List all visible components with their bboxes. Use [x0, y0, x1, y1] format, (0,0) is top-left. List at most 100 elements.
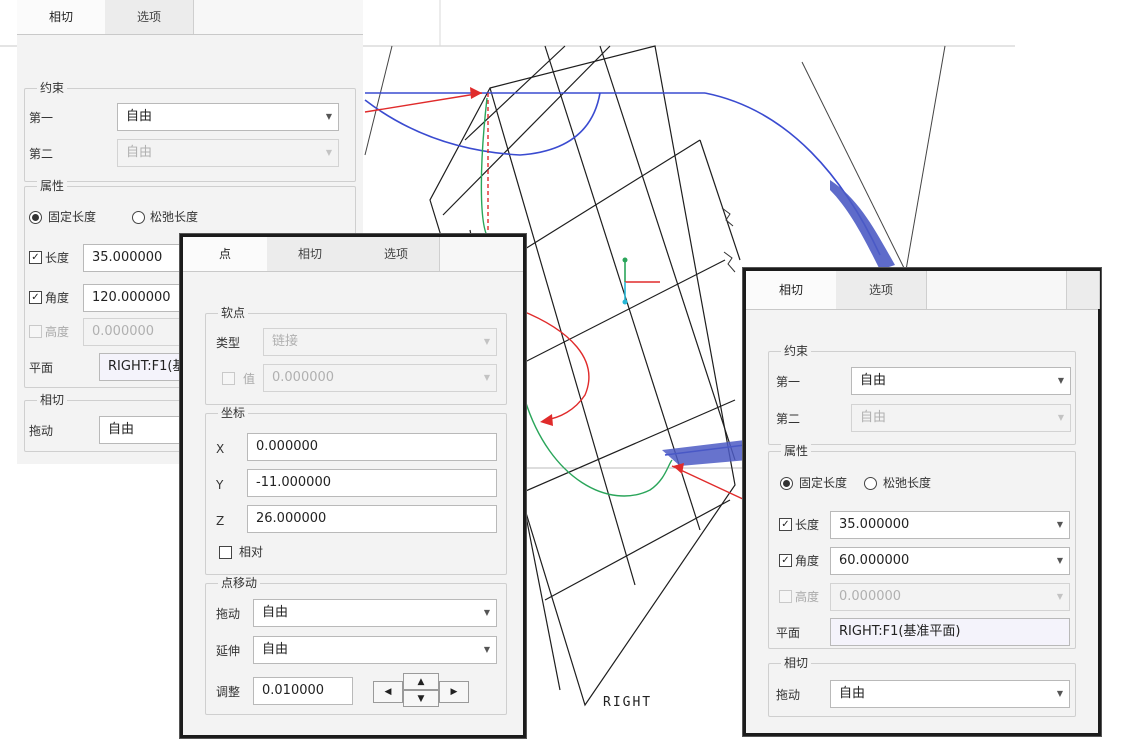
tab-bar: 相切 选项 [746, 271, 1100, 310]
tab-point[interactable]: 点 [183, 237, 268, 271]
combo-value: 35.000000 [839, 517, 910, 532]
z-label: Z [216, 514, 225, 528]
combo-value: 链接 [272, 334, 299, 349]
z-coordinate-input[interactable]: 26.000000 [247, 505, 497, 533]
group-title: 约束 [781, 343, 812, 359]
length-label: 长度 [795, 518, 820, 532]
first-constraint-select[interactable]: 自由 ▼ [851, 367, 1071, 395]
angle-input[interactable]: 60.000000 ▼ [830, 547, 1070, 575]
combo-value: 60.000000 [839, 553, 910, 568]
tab-bar: 相切 选项 [17, 0, 363, 35]
chevron-down-icon: ▼ [1056, 556, 1064, 565]
tangent-arrowhead [540, 414, 553, 426]
chevron-down-icon: ▼ [483, 608, 491, 617]
plane-label: 平面 [776, 626, 801, 640]
tab-tangent[interactable]: 相切 [17, 0, 106, 34]
tab-options[interactable]: 选项 [105, 0, 194, 34]
extend-select[interactable]: 自由 ▼ [253, 636, 497, 664]
group-title: 点移动 [218, 575, 261, 591]
angle-label: 角度 [45, 291, 70, 305]
chevron-down-icon: ▼ [1057, 376, 1065, 385]
first-label: 第一 [29, 111, 54, 125]
point-dialog: 点 相切 选项 软点 类型 链接 ▼ 值 0.000000 ▼ 坐标 X 0.0… [180, 234, 526, 738]
combo-value: 自由 [126, 145, 153, 160]
angle-checkbox[interactable]: ✓ [779, 554, 792, 567]
group-title: 坐标 [218, 405, 249, 421]
curvature-comb-1 [830, 180, 895, 270]
datum-plane-label: RIGHT [603, 695, 652, 710]
drag-label: 拖动 [776, 688, 801, 702]
fixed-length-radio[interactable] [29, 211, 42, 224]
x-coordinate-input[interactable]: 0.000000 [247, 433, 497, 461]
fixed-length-label: 固定长度 [48, 210, 97, 224]
angle-label: 角度 [795, 554, 820, 568]
tab-options[interactable]: 选项 [353, 237, 440, 271]
plane-label: 平面 [29, 361, 54, 375]
second-label: 第二 [29, 147, 54, 161]
nudge-left-button[interactable]: ◀ [373, 681, 403, 703]
slack-length-radio[interactable] [864, 477, 877, 490]
length-input[interactable]: 35.000000 ▼ [830, 511, 1070, 539]
tab-tangent[interactable]: 相切 [746, 271, 837, 309]
combo-value: 自由 [126, 109, 153, 124]
second-constraint-select[interactable]: 自由 ▼ [117, 139, 339, 167]
second-constraint-select[interactable]: 自由 ▼ [851, 404, 1071, 432]
group-title: 软点 [218, 305, 249, 321]
chevron-down-icon: ▼ [325, 148, 333, 157]
value-select[interactable]: 0.000000 ▼ [263, 364, 497, 392]
length-label: 长度 [45, 251, 70, 265]
fixed-length-label: 固定长度 [799, 476, 848, 490]
slack-length-label: 松弛长度 [150, 210, 199, 224]
height-input[interactable]: 0.000000 ▼ [830, 583, 1070, 611]
height-label: 高度 [45, 325, 70, 339]
drag-select[interactable]: 自由 ▼ [253, 599, 497, 627]
nudge-up-button[interactable]: ▲ [403, 673, 439, 690]
group-title: 相切 [781, 655, 812, 671]
chevron-down-icon: ▼ [325, 112, 333, 121]
length-checkbox[interactable]: ✓ [29, 251, 42, 264]
tab-tangent[interactable]: 相切 [267, 237, 354, 271]
group-title: 属性 [781, 443, 812, 459]
combo-value: 自由 [860, 373, 887, 388]
nudge-right-button[interactable]: ▶ [439, 681, 469, 703]
tab-empty [1066, 271, 1100, 309]
x-label: X [216, 442, 225, 456]
chevron-down-icon: ▼ [1056, 689, 1064, 698]
group-title: 属性 [37, 178, 68, 194]
drag-select[interactable]: 自由 ▼ [830, 680, 1070, 708]
tangent-arrowhead [470, 87, 482, 99]
chevron-down-icon: ▼ [483, 337, 491, 346]
y-label: Y [216, 478, 224, 492]
nudge-down-button[interactable]: ▼ [403, 690, 439, 707]
height-checkbox[interactable] [779, 590, 792, 603]
slack-length-label: 松弛长度 [883, 476, 932, 490]
type-select[interactable]: 链接 ▼ [263, 328, 497, 356]
slack-length-radio[interactable] [132, 211, 145, 224]
second-label: 第二 [776, 412, 801, 426]
angle-checkbox[interactable]: ✓ [29, 291, 42, 304]
relative-checkbox[interactable] [219, 546, 232, 559]
extend-label: 延伸 [216, 644, 241, 658]
combo-value: 自由 [262, 605, 289, 620]
arrow-up-icon: ▲ [417, 676, 425, 687]
first-constraint-select[interactable]: 自由 ▼ [117, 103, 339, 131]
arrow-right-icon: ▶ [450, 687, 458, 697]
adjust-step-input[interactable]: 0.010000 [253, 677, 353, 705]
tangent-dialog-right: 相切 选项 约束 第一 自由 ▼ 第二 自由 ▼ 属性 固定长度 松弛长度 ✓ … [743, 268, 1101, 736]
chevron-down-icon: ▼ [483, 645, 491, 654]
combo-value: 自由 [860, 410, 887, 425]
combo-value: 0.000000 [272, 370, 335, 385]
tab-options[interactable]: 选项 [836, 271, 927, 309]
curvature-comb-2 [662, 440, 748, 466]
value-checkbox[interactable] [222, 372, 235, 385]
combo-value: 自由 [262, 642, 289, 657]
height-checkbox[interactable] [29, 325, 42, 338]
group-title: 约束 [37, 80, 68, 96]
chevron-down-icon: ▼ [1056, 592, 1064, 601]
fixed-length-radio[interactable] [780, 477, 793, 490]
value-label: 值 [243, 372, 256, 386]
y-coordinate-input[interactable]: -11.000000 [247, 469, 497, 497]
length-checkbox[interactable]: ✓ [779, 518, 792, 531]
drag-label: 拖动 [29, 424, 54, 438]
plane-reference-field[interactable]: RIGHT:F1(基准平面) [830, 618, 1070, 646]
